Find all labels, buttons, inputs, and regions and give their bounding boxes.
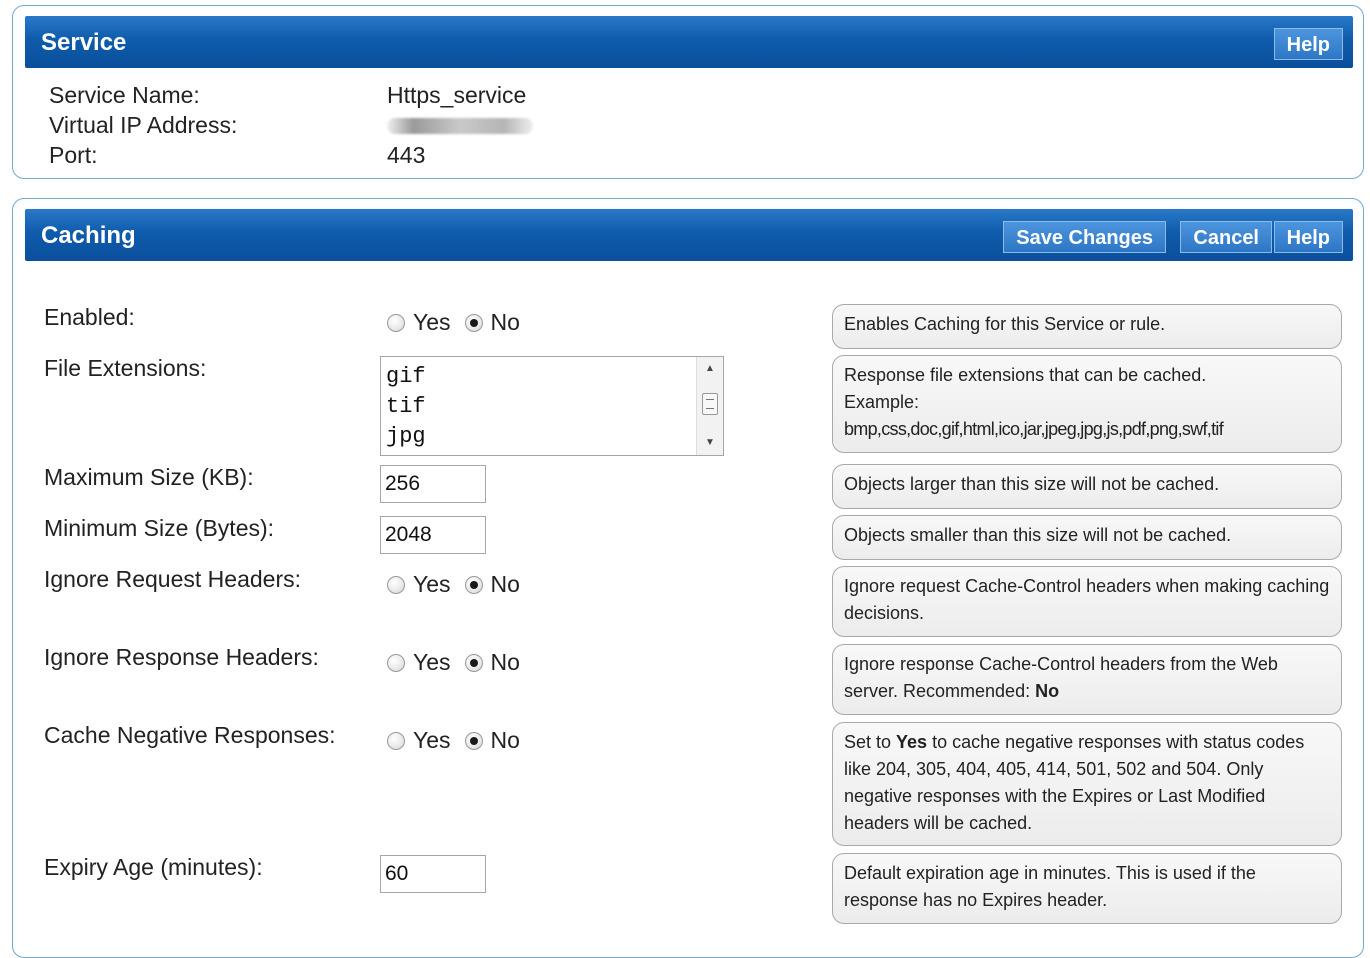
file-extensions-hint-line1: Response file extensions that can be cac… xyxy=(844,365,1207,385)
cache-negative-radio-group: Yes No xyxy=(387,727,534,754)
ignore-response-no-radio[interactable] xyxy=(464,653,483,672)
caching-title: Caching xyxy=(41,222,136,249)
file-extensions-hint-line2: Example: xyxy=(844,392,920,412)
service-panel: Service Help Service Name: Https_service… xyxy=(12,5,1364,179)
ignore-request-radio-group: Yes No xyxy=(387,571,534,598)
ignore-response-no-label: No xyxy=(490,649,520,675)
max-size-input[interactable] xyxy=(380,465,486,503)
enabled-yes-radio[interactable] xyxy=(387,313,405,332)
cache-negative-yes-radio[interactable] xyxy=(387,731,405,750)
enabled-hint: Enables Caching for this Service or rule… xyxy=(832,304,1342,349)
file-extensions-hint-line3: bmp,css,doc,gif,html,ico,jar,jpeg,jpg,js… xyxy=(844,419,1224,439)
list-item[interactable]: jpg xyxy=(381,422,723,452)
caching-panel: Caching Save Changes Cancel Help Enabled… xyxy=(12,198,1364,958)
listbox-scrollbar[interactable]: ▲ ▼ xyxy=(696,357,723,455)
service-header: Service Help xyxy=(25,16,1353,68)
list-item[interactable]: gif xyxy=(381,362,723,392)
ignore-response-hint-bold: No xyxy=(1035,681,1060,701)
enabled-no-radio[interactable] xyxy=(464,313,483,332)
expiry-age-input[interactable] xyxy=(380,855,486,893)
save-changes-button[interactable]: Save Changes xyxy=(1003,221,1166,253)
ignore-request-label: Ignore Request Headers: xyxy=(44,566,301,592)
enabled-radio-group: Yes No xyxy=(387,309,534,336)
max-size-hint: Objects larger than this size will not b… xyxy=(832,464,1342,509)
enabled-yes-label: Yes xyxy=(413,309,451,335)
ignore-request-hint: Ignore request Cache-Control headers whe… xyxy=(832,566,1342,637)
vip-value-redacted xyxy=(387,118,533,134)
file-extensions-label: File Extensions: xyxy=(44,355,207,381)
vip-label: Virtual IP Address: xyxy=(49,112,238,138)
cache-negative-hint-prefix: Set to xyxy=(844,732,897,752)
ignore-request-yes-radio[interactable] xyxy=(387,575,405,594)
ignore-response-radio-group: Yes No xyxy=(387,649,534,676)
ignore-response-yes-radio[interactable] xyxy=(387,653,405,672)
scroll-thumb[interactable] xyxy=(702,393,718,415)
min-size-input[interactable] xyxy=(380,516,486,554)
expiry-age-hint: Default expiration age in minutes. This … xyxy=(832,853,1342,924)
caching-help-button[interactable]: Help xyxy=(1273,221,1343,253)
ignore-request-no-radio[interactable] xyxy=(464,575,483,594)
ignore-request-no-label: No xyxy=(490,571,520,597)
port-value: 443 xyxy=(387,142,426,168)
enabled-no-label: No xyxy=(490,309,520,335)
cache-negative-hint-bold: Yes xyxy=(896,732,928,752)
cache-negative-label: Cache Negative Responses: xyxy=(44,722,336,748)
list-item[interactable]: tif xyxy=(381,392,723,422)
file-extensions-listbox[interactable]: gif tif jpg ▲ ▼ xyxy=(380,356,724,456)
caching-header: Caching Save Changes Cancel Help xyxy=(25,209,1353,261)
ignore-response-yes-label: Yes xyxy=(413,649,451,675)
enabled-label: Enabled: xyxy=(44,304,135,330)
service-name-label: Service Name: xyxy=(49,82,200,108)
file-extensions-hint: Response file extensions that can be cac… xyxy=(832,355,1342,453)
service-help-button[interactable]: Help xyxy=(1273,28,1343,60)
ignore-response-hint-text: Ignore response Cache-Control headers fr… xyxy=(844,654,1278,701)
service-name-value: Https_service xyxy=(387,82,527,108)
cache-negative-no-radio[interactable] xyxy=(464,731,483,750)
expiry-age-label: Expiry Age (minutes): xyxy=(44,854,263,880)
ignore-request-yes-label: Yes xyxy=(413,571,451,597)
cancel-button[interactable]: Cancel xyxy=(1180,221,1272,253)
ignore-response-hint: Ignore response Cache-Control headers fr… xyxy=(832,644,1342,715)
cache-negative-hint: Set to Yes to cache negative responses w… xyxy=(832,722,1342,846)
port-label: Port: xyxy=(49,142,98,168)
min-size-label: Minimum Size (Bytes): xyxy=(44,515,275,541)
cache-negative-no-label: No xyxy=(490,727,520,753)
service-title: Service xyxy=(41,29,127,56)
max-size-label: Maximum Size (KB): xyxy=(44,464,254,490)
ignore-response-label: Ignore Response Headers: xyxy=(44,644,319,670)
scroll-up-arrow-icon[interactable]: ▲ xyxy=(697,359,723,379)
min-size-hint: Objects smaller than this size will not … xyxy=(832,515,1342,560)
scroll-down-arrow-icon[interactable]: ▼ xyxy=(697,433,723,453)
cache-negative-yes-label: Yes xyxy=(413,727,451,753)
